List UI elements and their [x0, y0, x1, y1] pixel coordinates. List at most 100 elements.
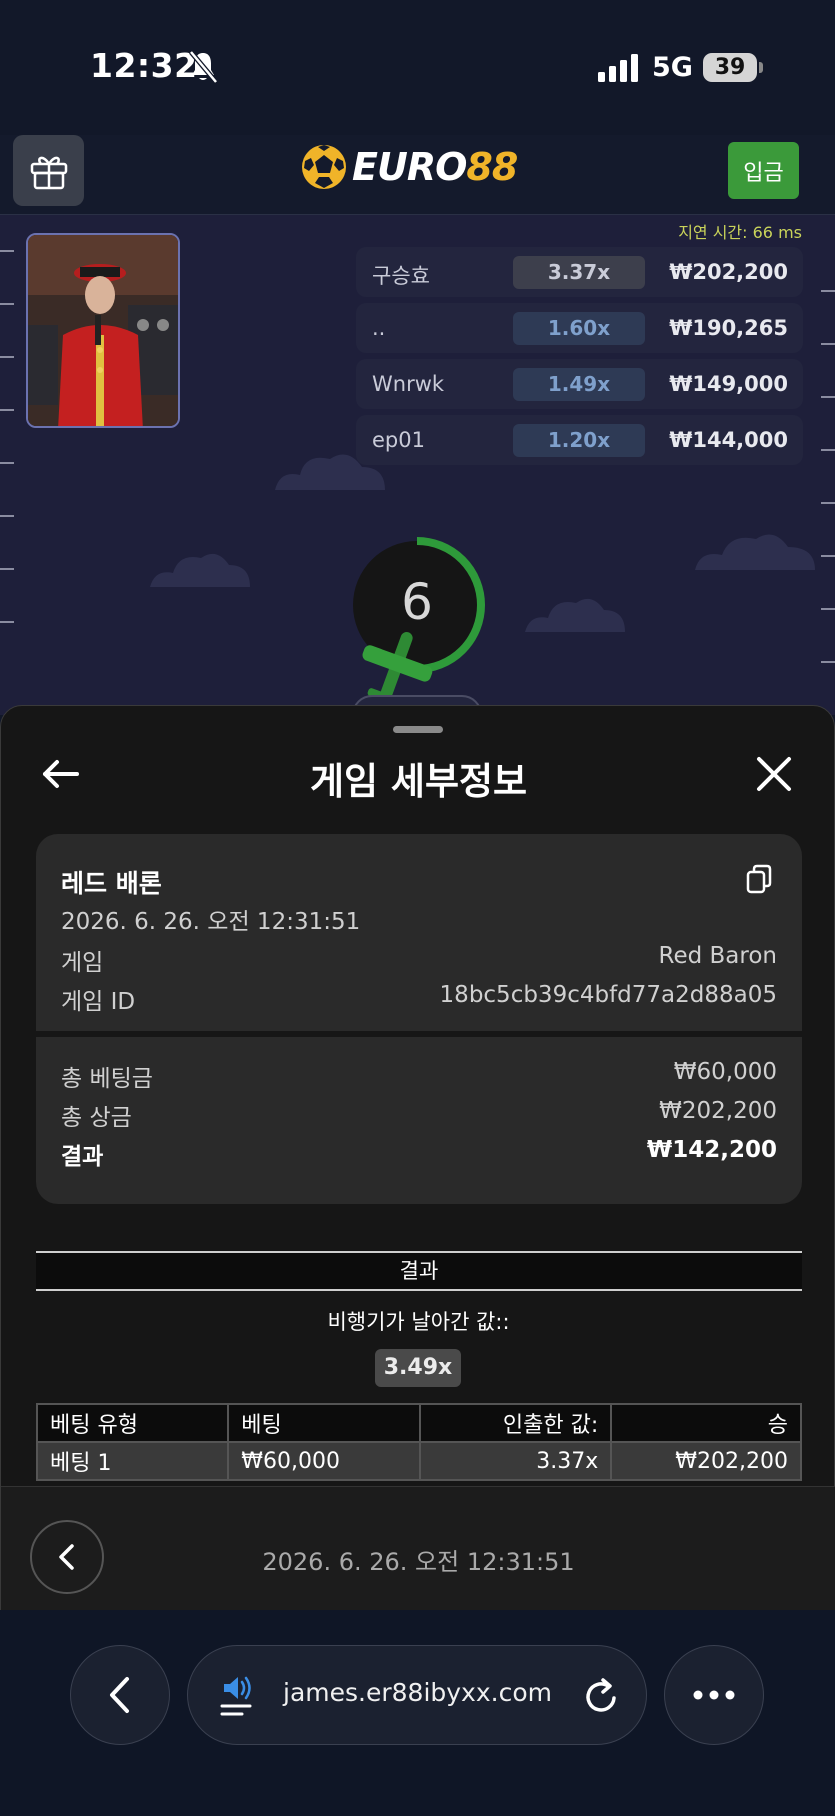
table-cell: ₩202,200	[610, 1441, 802, 1481]
total-bet-value: ₩60,000	[673, 1059, 777, 1085]
ruler-tick	[0, 356, 14, 358]
more-dots-icon	[693, 1690, 735, 1700]
table-cell: 베팅 1	[35, 1441, 230, 1481]
ruler-tick	[821, 343, 835, 345]
plane-multiplier-badge: 3.49x	[375, 1349, 461, 1387]
player-name: ep01	[372, 428, 425, 452]
cloud-decoration	[150, 553, 250, 587]
table-cell: 3.37x	[418, 1441, 613, 1481]
game-row: 게임 Red Baron	[61, 943, 777, 977]
copy-icon[interactable]	[746, 864, 772, 894]
game-area: 지연 시간: 66 ms 구승효 3.37x ₩202,200 .. 1.60x…	[0, 215, 835, 715]
player-name: ..	[372, 316, 386, 340]
ruler-tick	[0, 462, 14, 464]
ruler-tick	[0, 515, 14, 517]
ruler-tick	[0, 250, 14, 252]
player-amount: ₩144,000	[669, 428, 788, 452]
table-header-cell: 인출한 값:	[418, 1403, 613, 1443]
app-header: EURO88 입금	[0, 135, 835, 215]
status-bar: 12:32 5G 39	[0, 0, 835, 135]
result-label: 결과	[61, 1144, 104, 1170]
latency-label: 지연 시간: 66 ms	[678, 223, 802, 242]
table-header-cell: 베팅 유형	[35, 1403, 230, 1443]
browser-toolbar: james.er88ibyxx.com	[0, 1610, 835, 1816]
leaderboard-row: ep01 1.20x ₩144,000	[356, 415, 803, 465]
card-divider	[36, 1031, 802, 1037]
total-bet-row: 총 베팅금 ₩60,000	[61, 1059, 777, 1093]
ruler-tick	[0, 303, 14, 305]
battery-tip	[759, 62, 763, 73]
gift-icon	[30, 156, 67, 189]
status-time: 12:32	[90, 46, 198, 85]
sheet-title: 게임 세부정보	[309, 760, 528, 803]
total-prize-value: ₩202,200	[659, 1098, 777, 1124]
player-multiplier: 1.20x	[513, 424, 645, 457]
sheet-grab-handle[interactable]	[393, 726, 443, 733]
player-amount: ₩202,200	[669, 260, 788, 284]
footer-datetime: 2026. 6. 26. 오전 12:31:51	[262, 1548, 575, 1576]
ruler-tick	[821, 608, 835, 610]
browser-back-button[interactable]	[70, 1645, 170, 1745]
game-id-label: 게임 ID	[61, 989, 136, 1015]
leaderboard-row: Wnrwk 1.49x ₩149,000	[356, 359, 803, 409]
table-header-cell: 승	[610, 1403, 802, 1443]
player-amount: ₩190,265	[669, 316, 788, 340]
leaderboard: 구승효 3.37x ₩202,200 .. 1.60x ₩190,265 Wnr…	[356, 247, 803, 471]
game-value: Red Baron	[658, 943, 777, 969]
ruler-tick	[821, 502, 835, 504]
game-id-row: 게임 ID 18bc5cb39c4bfd77a2d88a05	[61, 982, 777, 1016]
game-datetime: 2026. 6. 26. 오전 12:31:51	[61, 909, 361, 935]
table-row: 베팅 1 ₩60,000 3.37x ₩202,200	[35, 1441, 802, 1481]
cloud-decoration	[525, 598, 625, 632]
gift-button[interactable]	[13, 135, 84, 206]
audio-playing-icon[interactable]	[220, 1674, 256, 1718]
ruler-tick	[821, 396, 835, 398]
ruler-tick	[0, 409, 14, 411]
game-details-sheet: 게임 세부정보 레드 배론 2026. 6. 26. 오전 12:31:51 게…	[0, 705, 835, 1610]
table-cell: ₩60,000	[227, 1441, 421, 1481]
leaderboard-row: .. 1.60x ₩190,265	[356, 303, 803, 353]
ruler-tick	[0, 568, 14, 570]
game-id-value: 18bc5cb39c4bfd77a2d88a05	[439, 982, 777, 1008]
address-bar[interactable]: james.er88ibyxx.com	[187, 1645, 647, 1745]
bell-muted-icon	[189, 50, 218, 84]
network-label: 5G	[652, 52, 693, 83]
result-section-header: 결과	[36, 1251, 802, 1291]
result-value: ₩142,200	[646, 1137, 777, 1163]
battery-indicator: 39	[703, 53, 757, 82]
countdown-number: 6	[401, 573, 433, 631]
total-prize-label: 총 상금	[61, 1105, 132, 1131]
player-multiplier: 3.37x	[513, 256, 645, 289]
signal-icon	[598, 54, 638, 82]
ruler-tick	[821, 290, 835, 292]
player-amount: ₩149,000	[669, 372, 788, 396]
total-prize-row: 총 상금 ₩202,200	[61, 1098, 777, 1132]
game-summary-card: 레드 배론 2026. 6. 26. 오전 12:31:51 게임 Red Ba…	[36, 834, 802, 1204]
table-header-cell: 베팅	[227, 1403, 421, 1443]
deposit-button[interactable]: 입금	[728, 142, 799, 199]
url-text: james.er88ibyxx.com	[283, 1678, 552, 1707]
soccer-ball-icon	[302, 145, 346, 189]
game-name: 레드 배론	[61, 869, 162, 898]
player-name: Wnrwk	[372, 372, 445, 396]
ruler-tick	[821, 555, 835, 557]
game-label: 게임	[61, 950, 104, 976]
host-video[interactable]	[26, 233, 180, 428]
player-multiplier: 1.49x	[513, 368, 645, 401]
plane-flew-label: 비행기가 날아간 값::	[327, 1310, 510, 1334]
chevron-left-icon	[110, 1677, 129, 1713]
table-header-row: 베팅 유형 베팅 인출한 값: 승	[35, 1403, 802, 1443]
player-name: 구승효	[372, 264, 430, 288]
ruler-tick	[0, 621, 14, 623]
more-options-button[interactable]	[664, 1645, 764, 1745]
close-icon[interactable]	[756, 756, 792, 792]
logo-text-euro: EURO	[352, 145, 467, 189]
leaderboard-row: 구승효 3.37x ₩202,200	[356, 247, 803, 297]
player-multiplier: 1.60x	[513, 312, 645, 345]
ruler-tick	[821, 661, 835, 663]
bet-table: 베팅 유형 베팅 인출한 값: 승 베팅 1 ₩60,000 3.37x ₩20…	[35, 1403, 802, 1481]
reload-icon[interactable]	[583, 1676, 621, 1716]
logo-text-88: 88	[466, 145, 518, 189]
euro88-logo: EURO88	[300, 143, 518, 191]
host-video-image	[28, 235, 178, 426]
